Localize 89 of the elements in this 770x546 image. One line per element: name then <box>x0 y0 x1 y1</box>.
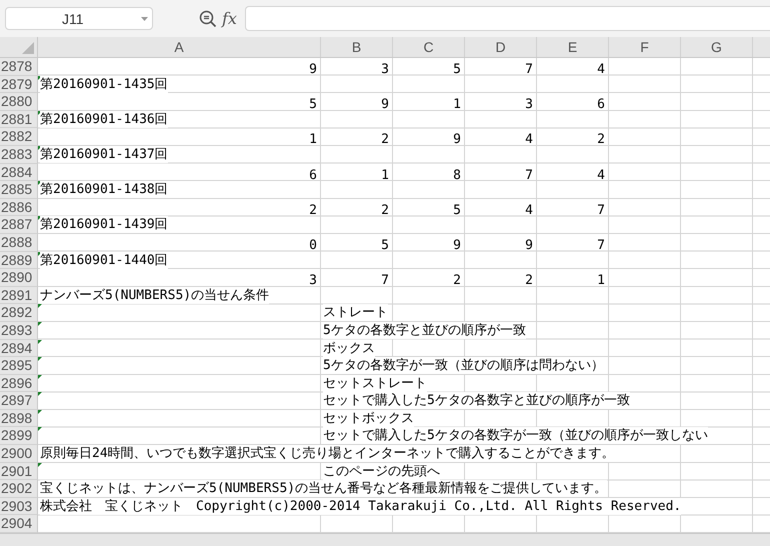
row-number[interactable]: 2894 <box>0 340 38 358</box>
table-cell: このページの先頭へ <box>323 462 440 480</box>
table-cell-text: 5 <box>381 238 390 253</box>
row-number[interactable]: 2883 <box>0 146 38 164</box>
table-cell-text: 3 <box>525 97 534 112</box>
select-all-icon[interactable] <box>22 42 34 54</box>
table-cell-text: 2 <box>453 273 462 288</box>
table-cell-text: 2 <box>309 202 318 218</box>
zoom-icon[interactable] <box>199 10 217 28</box>
table-cell: 第20160901-1436回 <box>40 110 168 128</box>
row-number[interactable]: 2901 <box>0 462 38 480</box>
table-cell-text: 7 <box>597 202 606 218</box>
row-number[interactable]: 2880 <box>0 93 38 111</box>
function-button[interactable]: fx <box>222 9 237 28</box>
table-cell-text: 7 <box>525 62 534 77</box>
table-cell: 第20160901-1437回 <box>40 146 168 163</box>
table-cell: セットで購入した5ケタの各数字と並びの順序が一致 <box>323 392 630 410</box>
column-header[interactable]: D <box>465 37 537 57</box>
column-header[interactable]: F <box>609 37 681 57</box>
table-cell-text: 9 <box>453 132 462 148</box>
table-cell-text: 4 <box>597 168 606 183</box>
table-cell: ボックス <box>323 340 375 356</box>
table-cell: 株式会社 宝くじネット Copyright(c)2000-2014 Takarakuji Co.,Ltd. All Rights Reserved. <box>40 498 682 515</box>
table-cell-text: 2 <box>597 132 606 148</box>
table-cell-text: 2 <box>381 202 390 218</box>
table-cell-text: 0 <box>309 238 318 253</box>
table-cell-text: 4 <box>525 202 534 218</box>
column-header[interactable]: E <box>537 37 609 57</box>
row-number[interactable]: 2902 <box>0 480 38 498</box>
row-number[interactable]: 2900 <box>0 445 38 463</box>
dropdown-caret-icon[interactable] <box>141 17 148 21</box>
row-number[interactable]: 2881 <box>0 110 38 128</box>
row-number[interactable]: 2904 <box>0 515 38 534</box>
table-cell-text: 6 <box>597 97 606 112</box>
row-number[interactable]: 2895 <box>0 357 38 375</box>
row-number[interactable]: 2899 <box>0 427 38 446</box>
table-cell-text: 4 <box>597 62 606 77</box>
table-cell-text: 5 <box>453 202 462 218</box>
table-cell-text: 7 <box>525 168 534 183</box>
row-number[interactable]: 2898 <box>0 410 38 428</box>
row-number[interactable]: 2891 <box>0 286 38 304</box>
table-cell-text: 3 <box>309 273 318 288</box>
column-header[interactable]: C <box>393 37 465 57</box>
row-number[interactable]: 2892 <box>0 304 38 322</box>
row-number[interactable]: 2886 <box>0 198 38 216</box>
table-cell-text: 8 <box>453 168 462 183</box>
row-number[interactable]: 2878 <box>0 58 38 76</box>
row-number[interactable]: 2893 <box>0 322 38 340</box>
table-cell-text: 5 <box>453 62 462 77</box>
row-number[interactable]: 2890 <box>0 269 38 287</box>
table-cell-text: 1 <box>381 168 390 183</box>
column-header[interactable]: B <box>321 37 393 57</box>
formula-field[interactable] <box>244 6 770 31</box>
table-cell-text: 1 <box>453 97 462 112</box>
table-cell: 宝くじネットは、ナンバーズ5(NUMBERS5)の当せん番号など各種最新情報をご提供しています。 <box>40 480 608 498</box>
table-cell-text: 6 <box>309 168 318 183</box>
column-header[interactable]: A <box>38 37 321 57</box>
table-cell: 第20160901-1435回 <box>40 76 168 93</box>
table-cell: セットで購入した5ケタの各数字が一致（並びの順序が一致しない <box>323 427 708 444</box>
table-cell-text: 9 <box>309 62 318 77</box>
row-number[interactable]: 2896 <box>0 374 38 392</box>
table-cell: セットストレート <box>323 374 427 392</box>
row-number[interactable]: 2882 <box>0 128 38 146</box>
table-cell-text: 2 <box>381 132 390 148</box>
row-number[interactable]: 2903 <box>0 498 38 516</box>
table-cell-text: 1 <box>597 273 606 288</box>
table-cell: 第20160901-1440回 <box>40 252 168 269</box>
row-number[interactable]: 2884 <box>0 164 38 182</box>
table-cell-text: 9 <box>381 97 390 112</box>
table-cell: 5ケタの各数字と並びの順序が一致 <box>323 322 526 339</box>
table-cell-text: 7 <box>381 273 390 288</box>
column-header[interactable]: G <box>681 37 753 57</box>
table-cell-text: 4 <box>525 132 534 148</box>
table-cell: セットボックス <box>323 410 414 427</box>
row-number[interactable]: 2889 <box>0 252 38 270</box>
row-number[interactable]: 2885 <box>0 181 38 199</box>
table-cell-text: 1 <box>309 132 318 148</box>
row-number[interactable]: 2897 <box>0 392 38 410</box>
table-cell-text: 3 <box>381 62 390 77</box>
table-cell-text: 9 <box>525 238 534 253</box>
row-number[interactable]: 2887 <box>0 216 38 234</box>
name-box[interactable]: J11 <box>5 7 153 30</box>
row-number[interactable]: 2888 <box>0 234 38 252</box>
table-cell-text: 7 <box>597 238 606 253</box>
table-cell-text: 5 <box>309 97 318 112</box>
table-cell-text: 9 <box>453 238 462 253</box>
table-cell-text: 2 <box>525 273 534 288</box>
table-cell: ナンバーズ5(NUMBERS5)の当せん条件 <box>40 286 270 304</box>
row-number[interactable]: 2879 <box>0 76 38 94</box>
